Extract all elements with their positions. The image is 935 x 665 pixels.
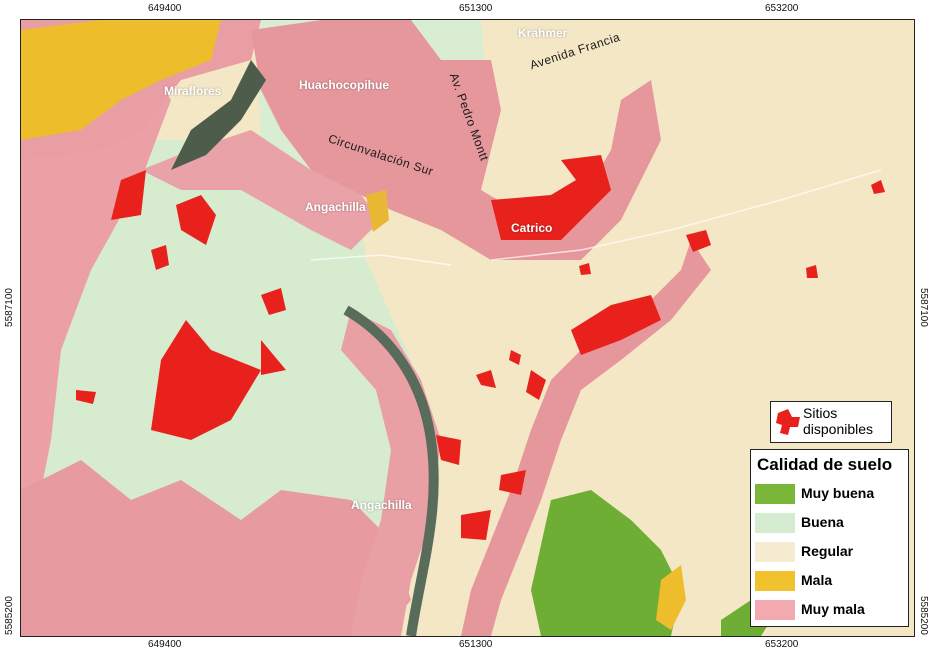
tick-bottom-2: 651300 bbox=[459, 639, 493, 650]
place-label-miraflores: Miraflores bbox=[164, 84, 222, 98]
tick-top-2: 651300 bbox=[459, 3, 493, 14]
legend-label: Buena bbox=[801, 514, 844, 530]
sitios-swatch-icon bbox=[776, 409, 800, 435]
legend-swatch bbox=[755, 513, 795, 533]
tick-left-2: 5585200 bbox=[4, 596, 15, 635]
legend-label: Regular bbox=[801, 543, 854, 559]
legend-item-mala: Mala bbox=[751, 568, 908, 592]
legend-label: Muy buena bbox=[801, 485, 875, 501]
map-frame: 649400 651300 653200 649400 651300 65320… bbox=[0, 0, 935, 665]
tick-right-2: 5585200 bbox=[918, 596, 929, 635]
legend-swatch bbox=[755, 542, 795, 562]
place-label-krahmer: Krahmer bbox=[518, 26, 568, 40]
legend-item-muy-buena: Muy buena bbox=[751, 481, 908, 505]
sitio-disponible bbox=[461, 510, 491, 540]
legend-label: Muy mala bbox=[801, 601, 865, 617]
legend-item-muy-mala: Muy mala bbox=[751, 597, 908, 621]
place-label-angachilla-south: Angachilla bbox=[351, 498, 412, 512]
legend-swatch bbox=[755, 484, 795, 504]
legend-title: Calidad de suelo bbox=[757, 455, 893, 474]
place-label-huachocopihue: Huachocopihue bbox=[299, 78, 390, 92]
legend-swatch bbox=[755, 600, 795, 620]
legend-swatch bbox=[755, 571, 795, 591]
legend-label: Mala bbox=[801, 572, 833, 588]
sitios-legend-label: Sitios disponibles bbox=[803, 405, 874, 437]
tick-left-1: 5587100 bbox=[4, 288, 15, 327]
tick-bottom-1: 649400 bbox=[148, 639, 182, 650]
legend-item-regular: Regular bbox=[751, 539, 908, 563]
sitios-legend: Sitios disponibles bbox=[770, 401, 892, 443]
tick-top-1: 649400 bbox=[148, 3, 182, 14]
tick-right-1: 5587100 bbox=[918, 288, 929, 327]
place-label-catrico: Catrico bbox=[511, 221, 553, 235]
tick-top-3: 653200 bbox=[765, 3, 799, 14]
legend-item-buena: Buena bbox=[751, 510, 908, 534]
tick-bottom-3: 653200 bbox=[765, 639, 799, 650]
soil-quality-legend: Calidad de suelo Muy buena Buena Regular… bbox=[750, 449, 909, 627]
place-label-angachilla-north: Angachilla bbox=[305, 200, 366, 214]
